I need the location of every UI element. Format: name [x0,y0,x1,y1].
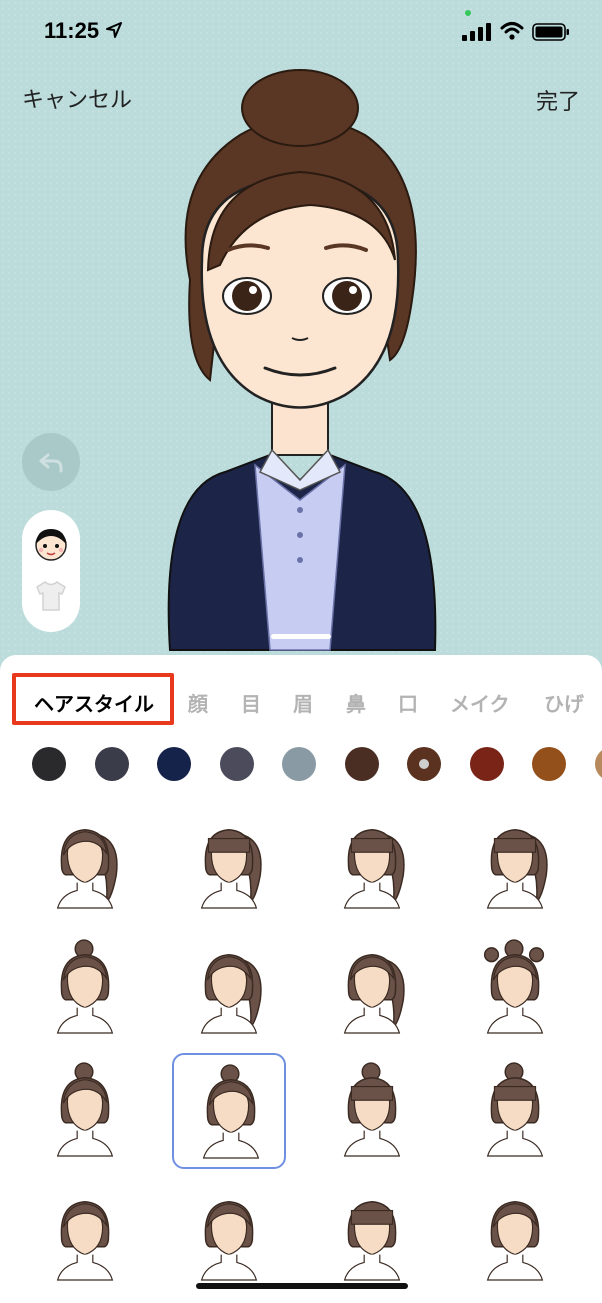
status-bar: 11:25 [0,0,602,60]
hairstyle-option[interactable] [28,1053,142,1169]
cellular-signal-icon [462,23,491,41]
hair-color-swatch[interactable] [532,747,566,781]
hairstyle-option[interactable] [458,1177,572,1293]
hairstyle-option[interactable] [28,1177,142,1293]
avatar-preview [167,69,437,651]
cancel-button[interactable]: キャンセル [22,82,132,114]
hair-color-swatch[interactable] [469,747,504,781]
hairstyle-thumbnail [56,1062,114,1157]
hair-color-swatch[interactable] [157,747,191,781]
hairstyle-thumbnail [486,1062,544,1157]
hairstyle-thumbnail [56,939,114,1034]
undo-button[interactable] [22,433,80,491]
tab-makeup[interactable]: メイク [450,688,510,717]
tab-nose[interactable]: 鼻 [346,688,366,717]
hairstyle-thumbnail [200,1201,258,1281]
hairstyle-thumbnail [200,829,262,909]
hairstyle-thumbnail [343,1062,401,1157]
hairstyle-option[interactable] [458,1053,572,1169]
hairstyle-option[interactable] [458,930,572,1046]
hairstyle-option[interactable] [172,930,286,1046]
hairstyle-thumbnail [56,829,118,909]
location-arrow-icon [106,22,122,38]
hairstyle-option[interactable] [458,805,572,921]
hairstyle-thumbnail [343,1201,401,1281]
hairstyle-option[interactable] [172,1177,286,1293]
shirt-icon[interactable] [33,578,69,614]
tab-beard[interactable]: ひげ [544,688,584,717]
hairstyle-thumbnail [343,954,405,1034]
battery-icon [532,23,569,41]
wifi-icon [500,22,524,40]
tab-mouth[interactable]: 口 [398,688,418,717]
face-mode-icon[interactable] [31,524,71,564]
hair-color-swatch[interactable] [344,747,379,781]
hair-color-swatch[interactable] [282,747,316,781]
editor-sheet: ヘアスタイル 顔 目 眉 鼻 口 メイク ひげ [0,655,602,1303]
hair-color-swatch[interactable] [94,747,129,781]
avatar-stage: 11:25 キャンセル 完了 [0,0,602,680]
undo-icon [39,453,63,473]
status-time: 11:25 [44,18,100,43]
category-tabs: ヘアスタイル 顔 目 眉 鼻 口 メイク ひげ [0,670,602,730]
edit-mode-switcher [22,510,80,632]
hairstyle-option[interactable] [315,1053,429,1169]
home-indicator [196,1283,408,1289]
sheet-grabber[interactable] [271,634,331,639]
hairstyle-thumbnail [483,939,545,1034]
privacy-indicator [465,10,471,16]
hair-color-swatch[interactable] [219,747,254,781]
hair-color-swatch[interactable] [407,747,441,781]
hairstyle-option[interactable] [28,930,142,1046]
hairstyle-thumbnail [343,829,405,909]
tab-eyes[interactable]: 目 [241,688,261,717]
hairstyle-option[interactable] [315,1177,429,1293]
hair-color-swatch[interactable] [32,747,66,781]
hairstyle-thumbnail [486,1201,544,1281]
hairstyle-option[interactable] [172,1053,286,1169]
tab-hairstyle[interactable]: ヘアスタイル [34,688,154,717]
hair-color-picker [0,747,602,787]
hairstyle-thumbnail [202,1064,260,1159]
tab-eyebrows[interactable]: 眉 [293,688,313,717]
hair-color-swatch[interactable] [594,747,602,781]
hairstyle-option[interactable] [28,805,142,921]
hairstyle-thumbnail [200,954,262,1034]
selected-color-indicator [419,759,429,769]
tab-face[interactable]: 顔 [188,688,208,717]
hairstyle-thumbnail [486,829,548,909]
hairstyle-option[interactable] [172,805,286,921]
hairstyle-thumbnail [56,1201,114,1281]
hairstyle-option[interactable] [315,805,429,921]
hairstyle-option[interactable] [315,930,429,1046]
done-button[interactable]: 完了 [536,84,580,116]
hairstyle-grid [0,805,602,1303]
